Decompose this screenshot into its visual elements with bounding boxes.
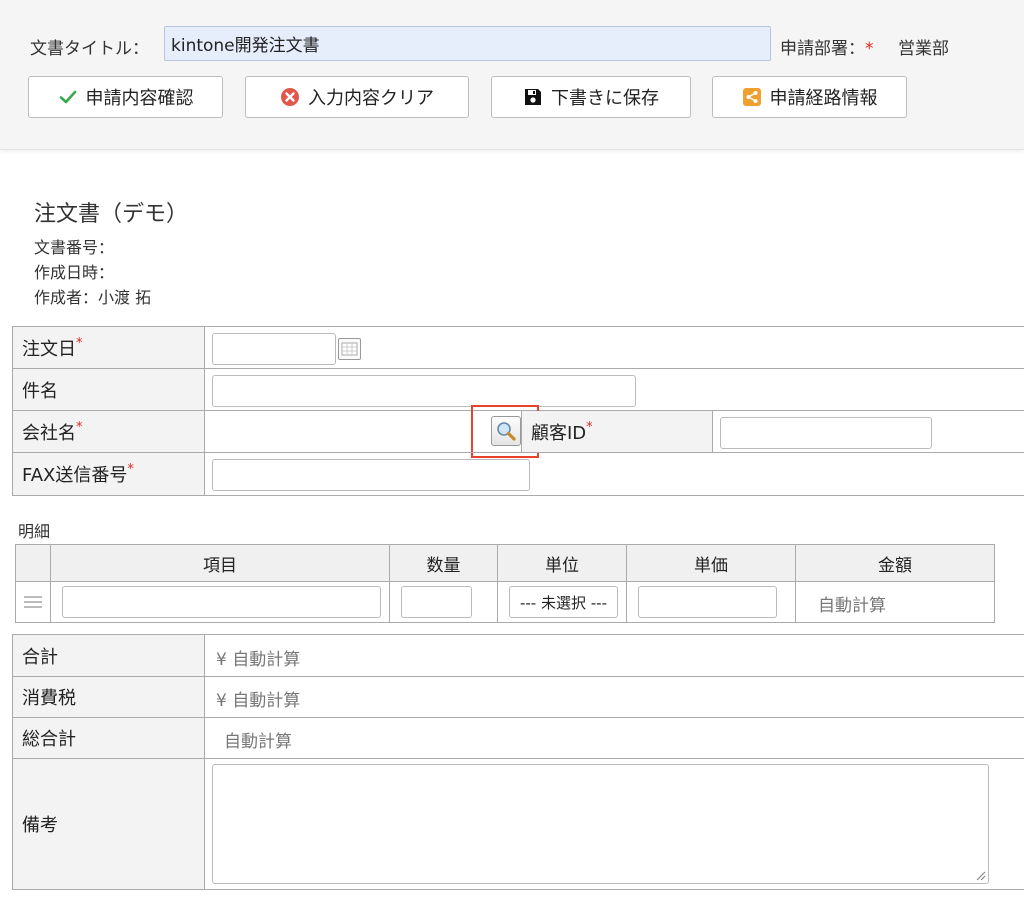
created-date-label: 作成日時： xyxy=(34,263,115,282)
required-mark: * xyxy=(127,462,134,477)
tax-label: 消費税 xyxy=(13,677,205,717)
tax-row: 消費税 ¥ 自動計算 xyxy=(12,676,1024,718)
confirm-button[interactable]: 申請内容確認 xyxy=(28,76,223,118)
unit-price-input[interactable] xyxy=(638,586,777,618)
fax-label: FAX送信番号 * xyxy=(13,453,205,495)
confirm-button-label: 申請内容確認 xyxy=(85,88,194,109)
details-section-label: 明細 xyxy=(18,522,51,541)
close-circle-icon xyxy=(280,87,300,107)
drag-handle-icon xyxy=(24,596,42,608)
company-label: 会社名 * xyxy=(13,411,205,452)
subject-input[interactable] xyxy=(212,375,636,407)
clear-button-label: 入力内容クリア xyxy=(308,88,434,109)
dept-label: 申請部署：* xyxy=(780,39,874,59)
remarks-label: 備考 xyxy=(13,759,205,889)
route-info-button-label: 申請経路情報 xyxy=(769,88,878,109)
required-mark: * xyxy=(865,39,874,59)
customer-id-label: 顧客ID * xyxy=(521,411,713,452)
tax-value: ¥ 自動計算 xyxy=(216,691,301,711)
required-mark: * xyxy=(76,336,83,351)
fax-input[interactable] xyxy=(212,459,530,491)
clear-button[interactable]: 入力内容クリア xyxy=(245,76,469,118)
amount-auto-value: 自動計算 xyxy=(818,596,886,616)
company-row: 会社名 * 顧客ID * xyxy=(12,405,1024,458)
details-header-unit: 単位 xyxy=(497,544,627,582)
customer-id-input[interactable] xyxy=(720,417,932,449)
top-bar: 文書タイトル： 申請部署：* 営業部 申請内容確認 入力内容クリア 下書きに保存… xyxy=(0,0,1024,150)
item-input[interactable] xyxy=(62,586,381,618)
resize-handle-icon[interactable] xyxy=(974,869,986,881)
save-draft-button[interactable]: 下書きに保存 xyxy=(491,76,691,118)
subtotal-row: 合計 ¥ 自動計算 xyxy=(12,634,1024,677)
grand-total-label: 総合計 xyxy=(13,718,205,758)
required-mark: * xyxy=(76,420,83,435)
details-header-unit-price: 単価 xyxy=(626,544,796,582)
details-header-handle xyxy=(15,544,51,582)
remarks-row: 備考 xyxy=(12,758,1024,890)
share-icon xyxy=(742,87,762,107)
grand-total-value: 自動計算 xyxy=(224,732,292,752)
order-date-label: 注文日 * xyxy=(13,327,205,368)
calendar-icon[interactable] xyxy=(338,338,361,360)
unit-select[interactable]: --- 未選択 --- xyxy=(509,586,618,618)
subtotal-value: ¥ 自動計算 xyxy=(216,650,301,670)
order-date-row: 注文日 * xyxy=(12,326,1024,369)
details-row: --- 未選択 --- 自動計算 xyxy=(15,581,995,623)
order-date-input[interactable] xyxy=(212,333,336,365)
floppy-disk-icon xyxy=(523,87,543,107)
details-header-row: 項目 数量 単位 単価 金額 xyxy=(15,544,995,582)
save-draft-button-label: 下書きに保存 xyxy=(551,88,659,109)
details-header-item: 項目 xyxy=(50,544,390,582)
title-input[interactable] xyxy=(164,26,771,61)
dept-value: 営業部 xyxy=(898,39,949,59)
title-label: 文書タイトル： xyxy=(30,39,149,59)
author-label: 作成者：小渡 拓 xyxy=(34,288,152,307)
route-info-button[interactable]: 申請経路情報 xyxy=(712,76,907,118)
fax-row: FAX送信番号 * xyxy=(12,452,1024,496)
document-number-label: 文書番号： xyxy=(34,238,115,257)
grand-total-row: 総合計 自動計算 xyxy=(12,717,1024,759)
details-header-quantity: 数量 xyxy=(389,544,498,582)
subtotal-label: 合計 xyxy=(13,635,205,676)
check-icon xyxy=(58,87,78,107)
remarks-textarea[interactable] xyxy=(212,764,989,884)
document-title: 注文書（デモ） xyxy=(34,202,189,227)
quantity-input[interactable] xyxy=(401,586,472,618)
subject-label: 件名 xyxy=(13,369,205,410)
row-drag-handle[interactable] xyxy=(15,581,51,623)
required-mark: * xyxy=(586,420,593,435)
details-table: 項目 数量 単位 単価 金額 --- 未選択 --- 自動計算 xyxy=(15,544,995,623)
details-header-amount: 金額 xyxy=(795,544,995,582)
